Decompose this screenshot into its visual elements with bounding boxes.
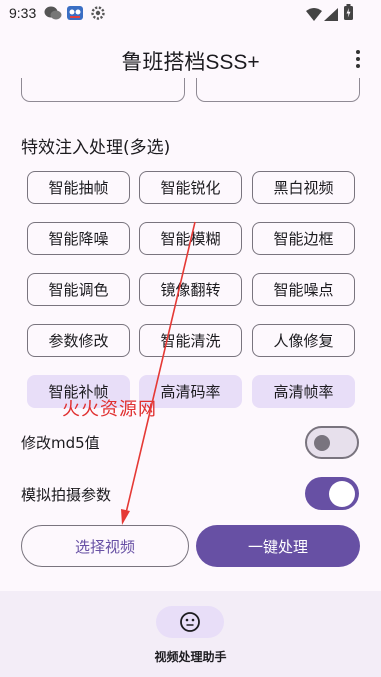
select-video-label: 选择视频 (74, 537, 135, 556)
settings-gear-icon (90, 5, 106, 25)
chip-label: 智能降噪 (48, 230, 109, 248)
scrolled-off-button-left[interactable] (21, 78, 185, 102)
status-time: 9:33 (9, 5, 37, 21)
chip-label: 智能锐化 (160, 179, 221, 197)
chip-smart-denoise[interactable]: 智能降噪 (27, 222, 130, 255)
wifi-icon (306, 6, 322, 25)
chip-smart-color-grade[interactable]: 智能调色 (27, 273, 130, 306)
chip-label: 黑白视频 (273, 179, 334, 197)
chip-label: 高清码率 (160, 383, 221, 401)
chip-label: 参数修改 (48, 332, 109, 350)
chip-label: 智能清洗 (160, 332, 221, 350)
app-title: 鲁班搭档SSS+ (121, 51, 260, 74)
switch-knob (329, 481, 355, 507)
scrolled-off-button-right[interactable] (196, 78, 360, 102)
chip-smart-noise[interactable]: 智能噪点 (252, 273, 355, 306)
chip-label: 镜像翻转 (160, 281, 221, 299)
nav-item-video-assistant[interactable] (156, 606, 224, 638)
chip-label: 智能模糊 (160, 230, 221, 248)
chip-smart-frame-extract[interactable]: 智能抽帧 (27, 171, 130, 204)
md5-switch[interactable] (305, 426, 359, 459)
chip-label: 智能边框 (273, 230, 334, 248)
chip-label: 智能噪点 (273, 281, 334, 299)
select-video-button[interactable]: 选择视频 (21, 525, 189, 567)
chip-label: 智能调色 (48, 281, 109, 299)
one-click-process-label: 一键处理 (247, 537, 308, 556)
chip-black-white-video[interactable]: 黑白视频 (252, 171, 355, 204)
chip-param-modify[interactable]: 参数修改 (27, 324, 130, 357)
chip-smart-blur[interactable]: 智能模糊 (139, 222, 242, 255)
watermark-text: 火火资源网 (62, 399, 157, 420)
status-bar: 9:33 (0, 0, 381, 26)
camera-params-switch[interactable] (305, 477, 359, 510)
more-vert-icon[interactable] (350, 46, 366, 72)
chip-portrait-repair[interactable]: 人像修复 (252, 324, 355, 357)
chip-smart-clean[interactable]: 智能清洗 (139, 324, 242, 357)
signal-icon (324, 6, 338, 25)
chip-smart-border[interactable]: 智能边框 (252, 222, 355, 255)
chip-hd-framerate[interactable]: 高清帧率 (252, 375, 355, 408)
bottom-navigation: 视频处理助手 (0, 591, 381, 677)
md5-label: 修改md5值 (21, 434, 100, 452)
chip-label: 智能抽帧 (48, 179, 109, 197)
game-app-icon (66, 5, 84, 25)
chip-mirror-flip[interactable]: 镜像翻转 (139, 273, 242, 306)
effects-section-title: 特效注入处理(多选) (21, 138, 171, 158)
chip-smart-sharpen[interactable]: 智能锐化 (139, 171, 242, 204)
chip-label: 人像修复 (273, 332, 334, 350)
chat-app-icon (44, 5, 62, 25)
camera-params-label: 模拟拍摄参数 (21, 486, 112, 504)
battery-icon (344, 4, 353, 24)
switch-knob (314, 435, 330, 451)
smiley-face-icon (180, 612, 200, 632)
one-click-process-button[interactable]: 一键处理 (196, 525, 360, 567)
chip-label: 高清帧率 (273, 383, 334, 401)
nav-item-label: 视频处理助手 (154, 650, 227, 664)
